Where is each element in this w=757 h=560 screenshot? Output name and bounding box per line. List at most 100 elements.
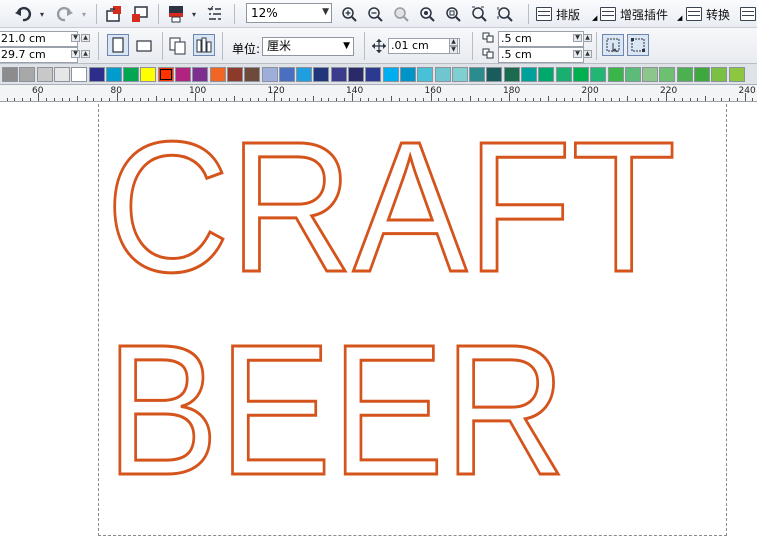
ruler-tick <box>634 98 636 101</box>
color-swatch[interactable] <box>728 67 745 82</box>
color-swatch[interactable] <box>278 67 295 82</box>
color-swatch[interactable] <box>348 67 364 82</box>
color-swatch[interactable] <box>624 67 641 82</box>
zoom-in-button[interactable] <box>338 3 360 25</box>
color-swatch[interactable] <box>607 67 624 82</box>
color-swatch[interactable] <box>711 67 728 82</box>
color-swatch[interactable] <box>434 67 451 82</box>
spin-down-icon[interactable]: ▼ <box>71 34 80 42</box>
color-swatch[interactable] <box>417 67 434 82</box>
zoom-height-button[interactable] <box>494 3 516 25</box>
zoom-out-button[interactable] <box>364 3 386 25</box>
color-swatch[interactable] <box>451 67 468 82</box>
page-height-field[interactable]: 29.7 cm <box>0 47 78 63</box>
ruler-tick <box>548 96 550 101</box>
redo-button[interactable] <box>52 3 78 25</box>
property-bar: 21.0 cm ▼ ▲ 29.7 cm ▼ ▲ 单位: 厘米 ▼ .01 cm … <box>0 28 757 64</box>
color-swatch[interactable] <box>469 67 486 82</box>
color-swatch[interactable] <box>88 67 105 82</box>
ruler-tick <box>147 98 149 101</box>
color-swatch[interactable] <box>313 67 330 82</box>
ruler-tick <box>406 98 408 101</box>
overflow-button[interactable] <box>740 3 756 25</box>
landscape-button[interactable] <box>133 35 155 57</box>
redo-dropdown[interactable]: ▾ <box>78 3 90 25</box>
zoom-level-select[interactable]: 12% ▼ <box>246 3 332 23</box>
portrait-button[interactable] <box>107 34 129 56</box>
duplicate-y-field[interactable]: .5 cm <box>498 47 584 63</box>
color-swatch[interactable] <box>382 67 399 82</box>
draw-bounding-button[interactable] <box>627 34 649 56</box>
layout-button[interactable]: 排版 <box>536 3 580 25</box>
color-swatch[interactable] <box>676 67 693 82</box>
color-swatch[interactable] <box>192 67 209 82</box>
color-swatch[interactable] <box>53 67 70 82</box>
treat-as-filled-button[interactable] <box>602 34 624 56</box>
color-swatch[interactable] <box>244 67 261 82</box>
plugin-button[interactable]: 增强插件 <box>600 3 668 25</box>
convert-button[interactable]: 转换 <box>686 3 730 25</box>
ruler-tick <box>571 98 573 101</box>
options-button[interactable] <box>204 3 226 25</box>
zoom-page-button[interactable] <box>442 3 464 25</box>
color-swatch[interactable] <box>521 67 537 82</box>
spin-down-icon[interactable]: ▼ <box>573 50 582 58</box>
export-button[interactable] <box>128 3 152 25</box>
spin-up-icon[interactable]: ▲ <box>583 34 592 42</box>
spin-down-icon[interactable]: ▼ <box>449 46 458 54</box>
color-swatch[interactable] <box>486 67 503 82</box>
color-swatch[interactable] <box>503 67 520 82</box>
color-swatch[interactable] <box>36 67 53 82</box>
color-swatch[interactable] <box>71 67 88 82</box>
color-swatch[interactable] <box>365 67 382 82</box>
color-swatch[interactable] <box>590 67 607 82</box>
color-swatch[interactable] <box>2 67 18 82</box>
craft-outline-text[interactable]: CRAFT <box>105 103 678 313</box>
color-swatch[interactable] <box>330 67 347 82</box>
spin-up-icon[interactable]: ▲ <box>81 34 90 42</box>
color-swatch[interactable] <box>105 67 122 82</box>
color-swatch[interactable] <box>555 67 572 82</box>
publish-dropdown[interactable]: ▾ <box>188 3 200 25</box>
spin-down-icon[interactable]: ▼ <box>573 34 582 42</box>
spin-down-icon[interactable]: ▼ <box>71 50 80 58</box>
color-swatch[interactable] <box>175 67 191 82</box>
ruler-tick <box>359 98 361 101</box>
color-swatch[interactable] <box>642 67 659 82</box>
color-swatch[interactable] <box>399 67 416 82</box>
artwork[interactable]: CRAFT BEER <box>98 102 698 483</box>
unit-select[interactable]: 厘米 ▼ <box>262 37 354 56</box>
color-swatch[interactable] <box>157 67 174 82</box>
color-swatch[interactable] <box>123 67 140 82</box>
color-swatch[interactable] <box>296 67 313 82</box>
ruler-label: 180 <box>503 86 521 96</box>
color-swatch[interactable] <box>209 67 226 82</box>
duplicate-x-field[interactable]: .5 cm <box>498 31 584 47</box>
undo-button[interactable] <box>10 3 36 25</box>
zoom-all-button[interactable] <box>416 3 438 25</box>
spin-up-icon[interactable]: ▲ <box>449 38 458 46</box>
publish-button[interactable] <box>164 3 188 25</box>
color-swatch[interactable] <box>538 67 555 82</box>
horizontal-ruler[interactable]: 60 80 100 120 140 160 180 200 220 240 <box>0 85 757 102</box>
spin-up-icon[interactable]: ▲ <box>583 50 592 58</box>
zoom-selected-button[interactable] <box>390 3 412 25</box>
color-swatch[interactable] <box>261 67 278 82</box>
beer-outline-text[interactable]: BEER <box>105 306 568 483</box>
color-swatch[interactable] <box>694 67 710 82</box>
color-swatch[interactable] <box>572 67 589 82</box>
page-width-field[interactable]: 21.0 cm <box>0 31 78 47</box>
color-swatch[interactable] <box>226 67 243 82</box>
color-swatch[interactable] <box>19 67 36 82</box>
zoom-width-button[interactable] <box>468 3 490 25</box>
current-page-button[interactable] <box>193 34 215 56</box>
spin-up-icon[interactable]: ▲ <box>81 50 90 58</box>
import-button[interactable] <box>102 3 126 25</box>
all-pages-button[interactable] <box>166 35 190 57</box>
color-swatch[interactable] <box>140 67 157 82</box>
ruler-tick <box>469 96 471 101</box>
unit-label: 单位: <box>232 42 261 56</box>
color-swatch[interactable] <box>659 67 676 82</box>
undo-dropdown[interactable]: ▾ <box>36 3 48 25</box>
ruler-tick <box>14 98 16 101</box>
